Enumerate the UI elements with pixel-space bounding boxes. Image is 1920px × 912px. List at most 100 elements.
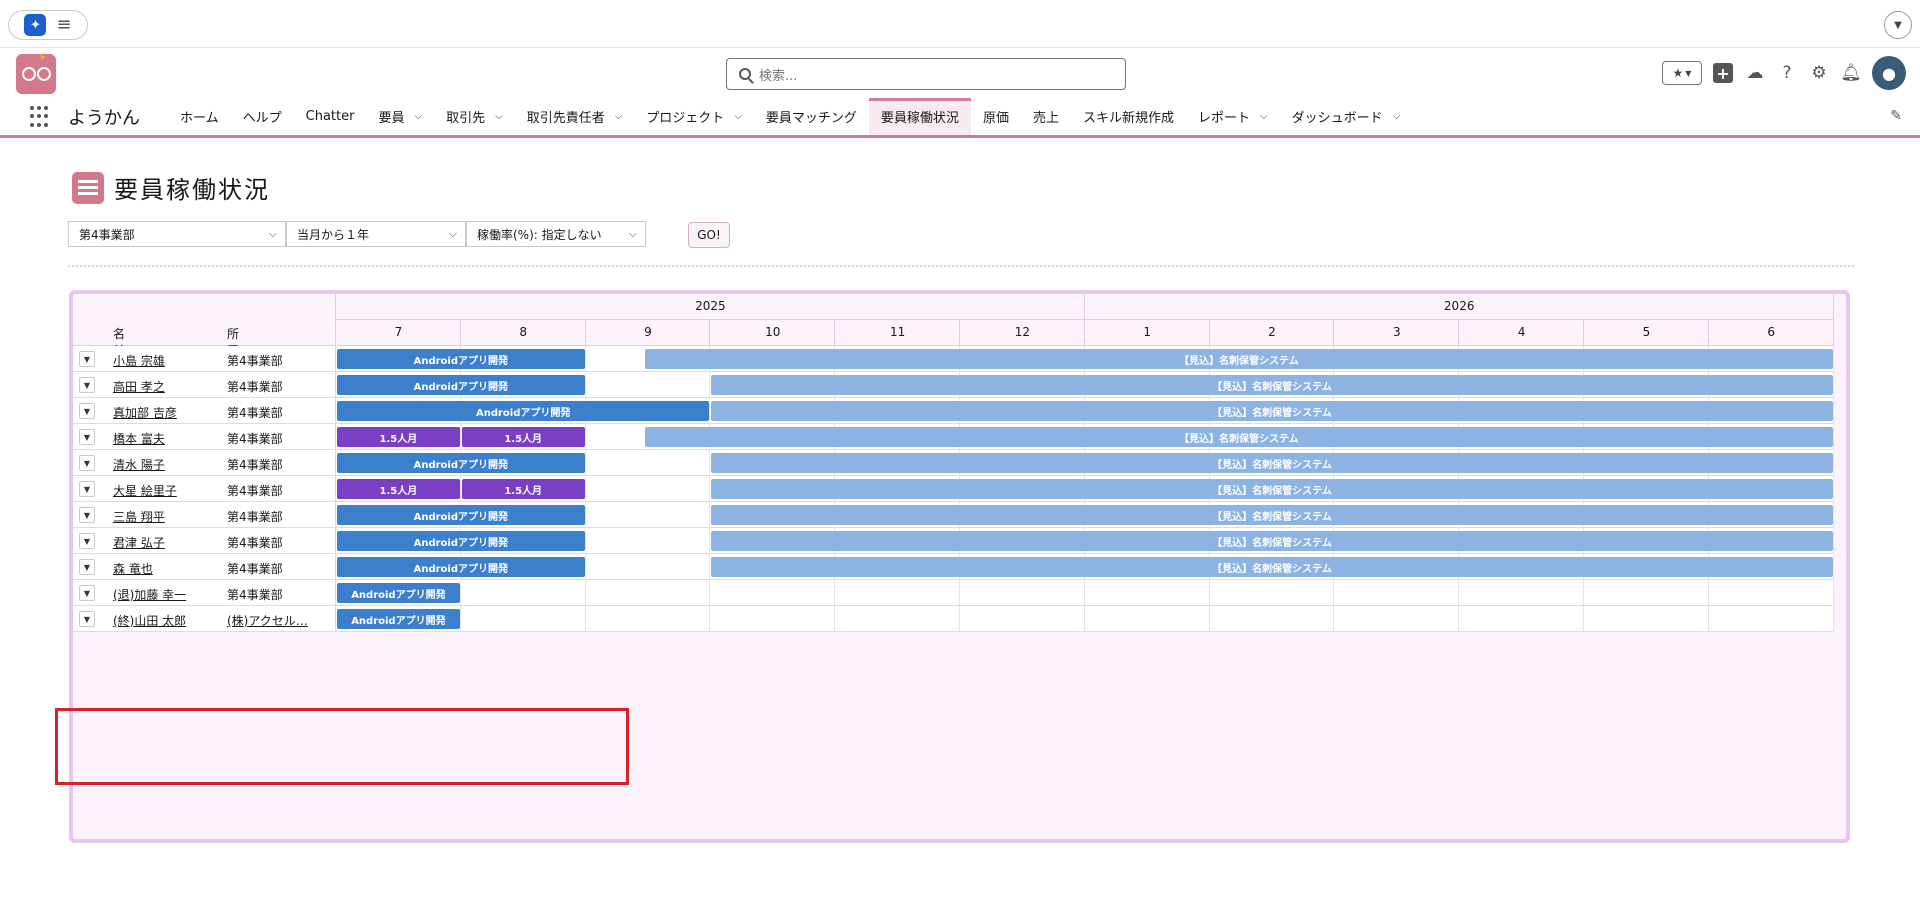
gantt-cell: [585, 476, 711, 502]
assignment-bar[interactable]: 【見込】名刺保管システム: [711, 401, 1833, 421]
trailhead-button[interactable]: ☁: [1744, 62, 1766, 84]
tab-label: 要員マッチング: [765, 111, 857, 126]
assignment-bar[interactable]: Androidアプリ開発: [337, 557, 585, 577]
tab-2[interactable]: Chatter: [294, 98, 367, 135]
plus-icon: +: [1713, 63, 1733, 83]
gantt-cell: [1459, 606, 1584, 632]
assignment-bar[interactable]: 1.5人月: [461, 427, 585, 447]
month-label: 4: [1517, 325, 1526, 339]
chevron-down-icon[interactable]: ▼: [1884, 11, 1912, 39]
assignment-bar[interactable]: Androidアプリ開発: [337, 401, 710, 421]
chevron-down-icon[interactable]: ⌵: [495, 111, 503, 122]
year-label: 2026: [1443, 299, 1475, 313]
expand-toggle-icon[interactable]: ▼: [79, 481, 95, 497]
employee-name-link[interactable]: 橋本 富夫: [113, 430, 165, 447]
expand-toggle-icon[interactable]: ▼: [79, 611, 95, 627]
tab-7[interactable]: 要員マッチング: [754, 98, 869, 135]
bolt-icon: ⚡: [38, 50, 47, 64]
employee-name-link[interactable]: 森 竜也: [113, 560, 153, 577]
expand-toggle-icon[interactable]: ▼: [79, 377, 95, 393]
expand-toggle-icon[interactable]: ▼: [79, 507, 95, 523]
employee-dept[interactable]: (株)アクセル…: [227, 612, 308, 629]
chevron-down-icon[interactable]: ⌵: [1260, 111, 1268, 122]
assignment-bar[interactable]: Androidアプリ開発: [337, 505, 585, 525]
tab-0[interactable]: ホーム: [168, 98, 231, 135]
assignment-bar[interactable]: 【見込】名刺保管システム: [711, 375, 1833, 395]
expand-toggle-icon[interactable]: ▼: [79, 533, 95, 549]
assignment-bar[interactable]: 【見込】名刺保管システム: [711, 531, 1833, 551]
notifications-button[interactable]: 🔔︎: [1840, 62, 1862, 84]
search-input[interactable]: 検索...: [726, 58, 1126, 90]
assignment-bar[interactable]: 【見込】名刺保管システム: [711, 557, 1833, 577]
go-button[interactable]: GO!: [688, 222, 730, 248]
assignment-bar[interactable]: 1.5人月: [337, 479, 460, 499]
assignment-bar[interactable]: 1.5人月: [337, 427, 460, 447]
chevron-down-icon[interactable]: ⌵: [734, 111, 742, 122]
tab-3[interactable]: 要員 ⌵: [366, 98, 434, 135]
favorites-button[interactable]: ★ ▼: [1662, 61, 1702, 85]
assignment-bar[interactable]: Androidアプリ開発: [337, 531, 585, 551]
employee-name-link[interactable]: 君津 弘子: [113, 534, 165, 551]
tab-6[interactable]: プロジェクト ⌵: [634, 98, 754, 135]
employee-name-link[interactable]: 清水 陽子: [113, 456, 165, 473]
global-actions-button[interactable]: +: [1712, 62, 1734, 84]
department-select[interactable]: 第4事業部 ⌵: [68, 221, 286, 247]
employee-dept: 第4事業部: [227, 562, 283, 576]
app-name: ようかん: [68, 108, 140, 129]
tab-11[interactable]: スキル新規作成: [1071, 98, 1186, 135]
tab-label: 取引先: [446, 111, 486, 126]
gantt-cell: [960, 580, 1085, 606]
tab-12[interactable]: レポート ⌵: [1186, 98, 1280, 135]
tab-4[interactable]: 取引先 ⌵: [434, 98, 515, 135]
assignment-bar[interactable]: Androidアプリ開発: [337, 453, 585, 473]
tab-9[interactable]: 原価: [971, 98, 1021, 135]
employee-name-link[interactable]: 三島 翔平: [113, 508, 165, 525]
employee-dept: 第4事業部: [227, 432, 283, 446]
agent-launcher-button[interactable]: ✦ ≡: [8, 10, 88, 40]
expand-toggle-icon[interactable]: ▼: [79, 403, 95, 419]
setup-button[interactable]: ⚙: [1808, 62, 1830, 84]
bell-icon: 🔔︎: [1840, 63, 1862, 83]
assignment-bar[interactable]: Androidアプリ開発: [337, 609, 460, 629]
gantt-cell: [585, 554, 711, 580]
app-navigation: ようかん ホーム ヘルプ Chatter 要員 ⌵ 取引先 ⌵ 取引先責任者 ⌵ プロジェクト ⌵ 要…: [0, 98, 1920, 138]
tab-5[interactable]: 取引先責任者 ⌵: [515, 98, 635, 135]
tab-8[interactable]: 要員稼働状況: [868, 98, 971, 135]
assignment-bar[interactable]: 【見込】名刺保管システム: [711, 505, 1833, 525]
employee-name-link[interactable]: 高田 孝之: [113, 378, 165, 395]
employee-dept: 第4事業部: [227, 536, 283, 550]
utility-bar: ✦ ≡ ▼: [0, 0, 1920, 48]
tab-1[interactable]: ヘルプ: [231, 98, 294, 135]
assignment-bar[interactable]: Androidアプリ開発: [337, 349, 585, 369]
chevron-down-icon[interactable]: ⌵: [615, 111, 623, 122]
employee-name-link[interactable]: 大星 絵里子: [113, 482, 177, 499]
question-icon: ?: [1782, 63, 1792, 83]
expand-toggle-icon[interactable]: ▼: [79, 429, 95, 445]
assignment-bar[interactable]: 【見込】名刺保管システム: [711, 479, 1833, 499]
employee-name-link[interactable]: 小島 宗雄: [113, 352, 165, 369]
employee-name-link[interactable]: (終)山田 太郎: [113, 612, 186, 629]
utilization-select[interactable]: 稼働率(%): 指定しない ⌵: [466, 221, 646, 247]
assignment-bar[interactable]: Androidアプリ開発: [337, 375, 585, 395]
assignment-bar[interactable]: 【見込】名刺保管システム: [645, 349, 1833, 369]
chevron-down-icon[interactable]: ⌵: [1393, 111, 1401, 122]
edit-nav-icon[interactable]: ✎: [1890, 108, 1902, 124]
app-launcher-icon[interactable]: [30, 106, 52, 128]
assignment-bar[interactable]: 【見込】名刺保管システム: [645, 427, 1833, 447]
tab-10[interactable]: 売上: [1021, 98, 1071, 135]
assignment-bar[interactable]: 1.5人月: [461, 479, 585, 499]
help-button[interactable]: ?: [1776, 62, 1798, 84]
employee-name-link[interactable]: (退)加藤 幸一: [113, 586, 186, 603]
employee-name-link[interactable]: 真加部 吉彦: [113, 404, 177, 421]
expand-toggle-icon[interactable]: ▼: [79, 559, 95, 575]
period-select[interactable]: 当月から１年 ⌵: [286, 221, 466, 247]
assignment-bar[interactable]: 【見込】名刺保管システム: [711, 453, 1833, 473]
assignment-bar[interactable]: Androidアプリ開発: [337, 583, 460, 603]
avatar[interactable]: ●: [1872, 56, 1906, 90]
tab-13[interactable]: ダッシュボード ⌵: [1280, 98, 1413, 135]
chevron-down-icon[interactable]: ⌵: [414, 111, 422, 122]
expand-toggle-icon[interactable]: ▼: [79, 585, 95, 601]
chevron-down-icon: ⌵: [628, 227, 637, 240]
expand-toggle-icon[interactable]: ▼: [79, 351, 95, 367]
expand-toggle-icon[interactable]: ▼: [79, 455, 95, 471]
